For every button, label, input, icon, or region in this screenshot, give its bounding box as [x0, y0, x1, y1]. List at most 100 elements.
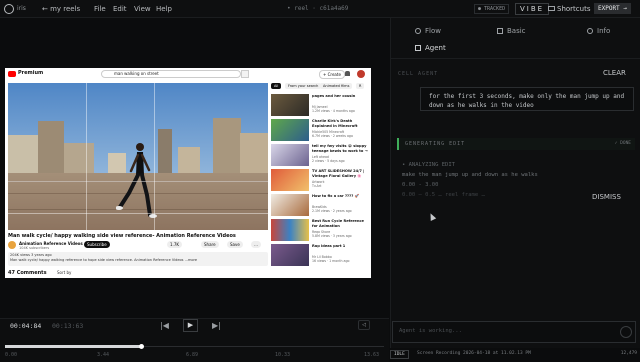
- status-count: 12,479: [620, 351, 637, 356]
- video-title: Man walk cycle/ happy walking side view …: [8, 233, 236, 239]
- timeline-tick: 6.89: [186, 352, 199, 358]
- video-frame[interactable]: Premium man walking on street + Create M…: [5, 68, 371, 278]
- recommended-title: Best Run Cycle Reference for Animation: [312, 219, 364, 228]
- tab-flow-label: Flow: [425, 27, 441, 35]
- reel-id: • reel · c61a4a69: [287, 5, 349, 12]
- keyboard-icon: [548, 6, 555, 11]
- top-bar: iris ← my reels File Edit View Help • re…: [0, 0, 640, 18]
- building: [178, 147, 200, 173]
- volume-icon[interactable]: ◁: [358, 320, 370, 330]
- youtube-logo-text: Premium: [18, 70, 44, 76]
- app-logo-icon: [4, 4, 14, 14]
- agent-input-box[interactable]: [392, 321, 636, 343]
- youtube-player: [8, 83, 268, 230]
- menu-view[interactable]: View: [134, 5, 151, 13]
- youtube-search-box: man walking on street: [101, 70, 241, 78]
- recommended-title: pages and her cousin: [312, 94, 356, 98]
- more-button: …: [251, 241, 261, 248]
- recommended-title: How to fix a car ???? 🚀: [312, 194, 360, 198]
- result-title: • ANALYZING EDIT: [402, 162, 455, 168]
- generating-status: GENERATING EDIT ✓ DONE: [397, 138, 635, 150]
- play-icon: ▶: [187, 321, 194, 329]
- section-label: CELL AGENT: [398, 71, 439, 77]
- tab-agent-label: Agent: [425, 44, 446, 52]
- tab-info[interactable]: Info: [587, 27, 610, 35]
- done-badge: ✓ DONE: [614, 141, 631, 146]
- youtube-create-button: + Create: [319, 70, 345, 79]
- like-button: 1.7K: [167, 241, 182, 248]
- shortcuts-button[interactable]: Shortcuts: [548, 5, 590, 13]
- save-button: Save: [227, 241, 243, 248]
- video-description: 204K views 3 years ago Man walk cycle/ h…: [8, 252, 268, 266]
- building: [64, 143, 94, 173]
- bell-icon: [345, 71, 350, 76]
- video-thumbnail: [271, 169, 309, 191]
- recommended-meta: Artwork Tv.Art: [312, 180, 325, 188]
- playhead-handle[interactable]: [138, 344, 144, 349]
- tab-divider: [391, 58, 640, 59]
- agent-input[interactable]: [399, 328, 599, 334]
- recommended-video: Rap ideas part 1 Mr Lil Bobbo 16 views ·…: [271, 243, 369, 267]
- skip-back-icon[interactable]: |◀: [160, 321, 169, 330]
- recommended-video: Charlie Kirk's Death Explained in Minecr…: [271, 118, 369, 142]
- skip-forward-icon[interactable]: ▶|: [212, 321, 221, 330]
- recommended-title: Rap ideas part 1: [312, 244, 346, 248]
- chip-from-search: From your search: [285, 83, 322, 89]
- recommended-video: pages and her cousin Mj Jameel 1.2M view…: [271, 93, 369, 117]
- status-badge: IDLE: [390, 350, 409, 359]
- current-timecode: 00:04:84: [10, 322, 42, 330]
- search-icon: [241, 70, 249, 78]
- recommended-meta: Mr Lil Bobbo 16 views · 1 month ago: [312, 255, 350, 263]
- status-bar: IDLE Screen Recording 2026-04-18 at 11.0…: [390, 348, 640, 362]
- generating-label: GENERATING EDIT: [405, 141, 466, 147]
- recommended-meta: Mj Jameel 1.2M views · 4 months ago: [312, 105, 355, 113]
- vibe-mode-button[interactable]: VIBE: [515, 3, 550, 15]
- recommended-meta: Left ahead 2 views · 5 days ago: [312, 155, 345, 163]
- avatar: [357, 70, 365, 78]
- menu-file[interactable]: File: [94, 5, 106, 13]
- recommended-video: TV ART SLIDESHOW 24/7 | Vintage Floral G…: [271, 168, 369, 192]
- timeline-tick: 13.63: [364, 352, 380, 358]
- tracked-badge: ● TRACKED: [474, 4, 510, 14]
- timeline-tick: 0.00: [5, 352, 18, 358]
- recommended-video: tell my fwy visits 😭 sloppy teenage kewl…: [271, 143, 369, 167]
- status-filename: Screen Recording 2026-04-18 at 11.02.13 …: [417, 351, 531, 356]
- building: [240, 133, 268, 173]
- guide-line: [86, 83, 87, 230]
- send-icon[interactable]: [620, 326, 632, 338]
- video-thumbnail: [271, 244, 309, 266]
- video-thumbnail: [271, 94, 309, 116]
- tab-basic[interactable]: Basic: [497, 27, 526, 35]
- dismiss-button[interactable]: DISMISS: [592, 193, 621, 201]
- guide-line: [8, 181, 268, 182]
- chip-animated-films: Animated films: [320, 83, 353, 89]
- play-button[interactable]: ▶: [183, 319, 198, 332]
- info-icon: [587, 28, 593, 34]
- channel-subs: 104K subscribers: [19, 246, 50, 250]
- flow-icon: [415, 28, 421, 34]
- building: [213, 118, 241, 173]
- tab-flow[interactable]: Flow: [415, 27, 441, 35]
- recommended-meta: Reqo Shore 5.8M views · 3 years ago: [312, 230, 352, 238]
- result-extra: 0.00 — 0.5 … reel frame …: [402, 192, 485, 198]
- tab-agent[interactable]: Agent: [415, 44, 446, 52]
- menu-help[interactable]: Help: [156, 5, 172, 13]
- menu-edit[interactable]: Edit: [113, 5, 127, 13]
- export-button[interactable]: EXPORT →: [594, 3, 631, 14]
- agent-icon: [415, 45, 421, 51]
- recommended-meta: BrawKids 2.1M views · 2 years ago: [312, 205, 352, 213]
- comments-count: 47 Comments: [8, 270, 47, 276]
- total-timecode: 00:13:63: [52, 322, 84, 330]
- app-brand: iris: [17, 5, 26, 12]
- transport-bar: 00:04:84 00:13:63 |◀ ▶ ▶| ◁ 0.00 3.44 6.…: [0, 318, 389, 362]
- share-button: Share: [201, 241, 219, 248]
- guide-line: [8, 213, 268, 214]
- video-thumbnail: [271, 219, 309, 241]
- tab-basic-label: Basic: [507, 27, 526, 35]
- result-line: make the man jump up and down as he walk…: [402, 172, 538, 178]
- video-thumbnail: [271, 119, 309, 141]
- back-to-reels-link[interactable]: ← my reels: [42, 5, 80, 13]
- recommended-video: Best Run Cycle Reference for Animation R…: [271, 218, 369, 242]
- recommended-meta: Mickle505 Minecraft 6.7M views · 2 weeks…: [312, 130, 353, 138]
- clear-button[interactable]: CLEAR: [603, 69, 626, 77]
